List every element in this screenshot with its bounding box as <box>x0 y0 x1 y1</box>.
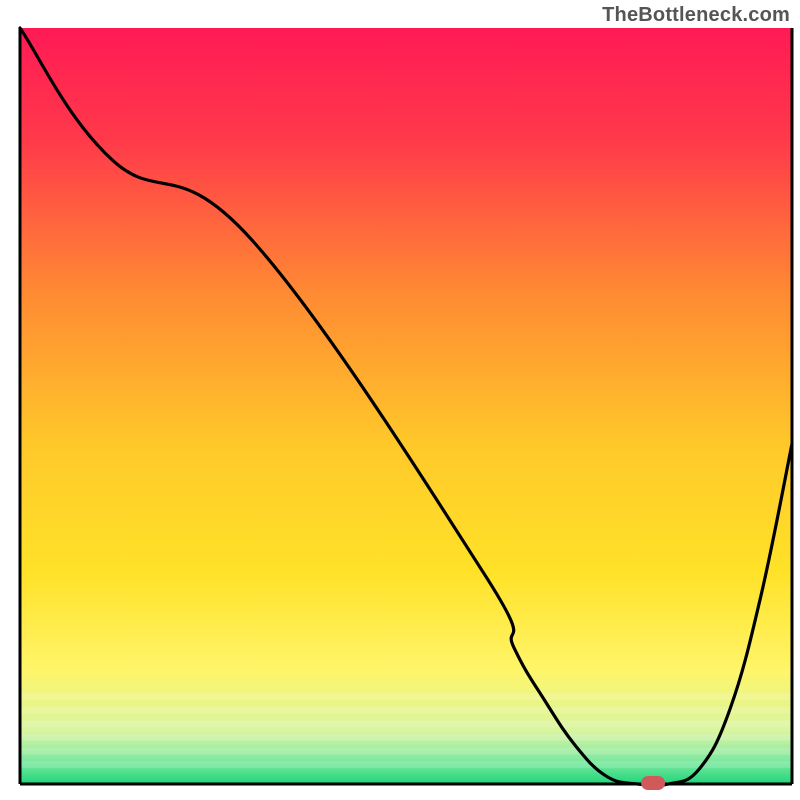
current-config-marker <box>641 776 665 790</box>
chart-container: TheBottleneck.com <box>0 0 800 800</box>
band <box>20 720 792 727</box>
bottleneck-chart <box>0 0 800 800</box>
gradient-background <box>20 28 792 784</box>
band <box>20 761 792 768</box>
band <box>20 693 792 700</box>
band <box>20 707 792 714</box>
band <box>20 734 792 741</box>
watermark-text: TheBottleneck.com <box>602 4 790 27</box>
band <box>20 748 792 755</box>
